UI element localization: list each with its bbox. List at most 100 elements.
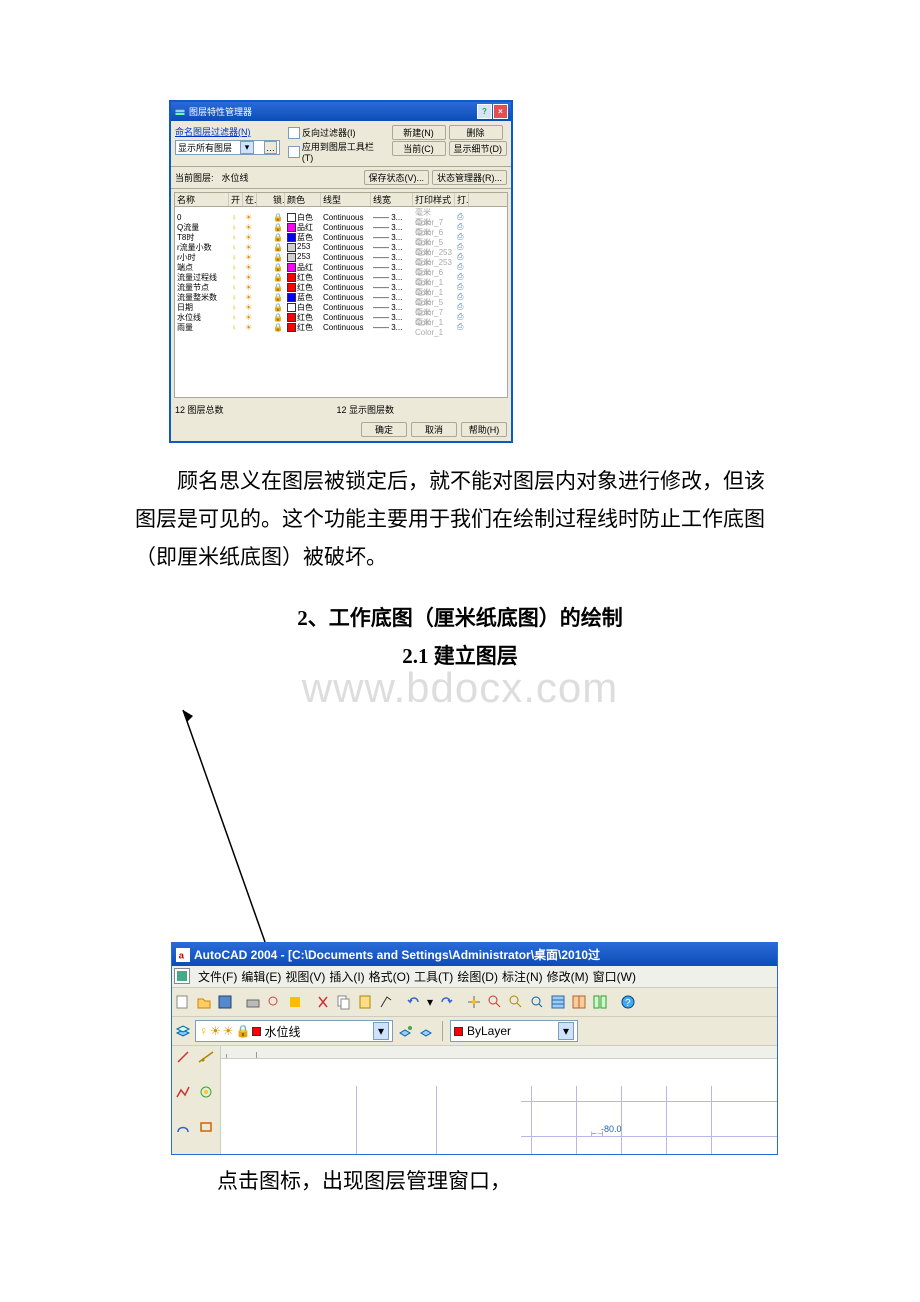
- layer-manager-icon[interactable]: [174, 1022, 192, 1040]
- acad-menubar[interactable]: 文件(F)编辑(E)视图(V)插入(I)格式(O)工具(T)绘图(D)标注(N)…: [172, 966, 777, 988]
- menu-item[interactable]: 标注(N): [500, 970, 545, 984]
- zoom-window-icon[interactable]: [507, 993, 525, 1011]
- col-lock[interactable]: 锁...: [273, 193, 285, 206]
- rect-icon[interactable]: [174, 1118, 192, 1136]
- sun-icon: ☀: [210, 1024, 221, 1038]
- toolbar-separator: [442, 1021, 443, 1041]
- col-color[interactable]: 颜色: [287, 193, 321, 206]
- zoom-realtime-icon[interactable]: [486, 993, 504, 1011]
- arc-icon[interactable]: [197, 1118, 215, 1136]
- pan-icon[interactable]: [465, 993, 483, 1011]
- cut-icon[interactable]: [314, 993, 332, 1011]
- acad-layer-toolbar[interactable]: ♀ ☀ ☀ 🔒 水位线 ▾ ByLayer ▾: [172, 1017, 777, 1046]
- save-state-button[interactable]: 保存状态(V)...: [364, 170, 430, 185]
- layer-combo[interactable]: ♀ ☀ ☀ 🔒 水位线 ▾: [195, 1020, 393, 1042]
- copy-icon[interactable]: [335, 993, 353, 1011]
- polygon-icon[interactable]: [197, 1083, 215, 1101]
- col-on[interactable]: 开: [231, 193, 243, 206]
- delete-layer-button[interactable]: 删除: [449, 125, 503, 140]
- menu-item[interactable]: 窗口(W): [591, 970, 638, 984]
- acad-drawing-area[interactable]: -80.0 ⊢⊣: [221, 1046, 777, 1154]
- grid-header: 名称 开 在... 锁... 颜色 线型 线宽 打印样式 打...: [175, 193, 507, 207]
- match-icon[interactable]: [377, 993, 395, 1011]
- close-button[interactable]: ×: [493, 104, 508, 119]
- menu-item[interactable]: 工具(T): [412, 970, 455, 984]
- body-paragraph-1: 顾名思义在图层被锁定后，就不能对图层内对象进行修改，但该图层是可见的。这个功能主…: [135, 463, 785, 576]
- open-icon[interactable]: [195, 993, 213, 1011]
- col-name[interactable]: 名称: [177, 193, 229, 206]
- tool-palettes-icon[interactable]: [591, 993, 609, 1011]
- show-detail-button[interactable]: 显示细节(D): [449, 141, 508, 156]
- cancel-button[interactable]: 取消: [411, 422, 457, 437]
- color-combo-value: ByLayer: [467, 1024, 511, 1038]
- new-layer-button[interactable]: 新建(N): [392, 125, 446, 140]
- col-plot[interactable]: 打...: [457, 193, 469, 206]
- autocad-window: a AutoCAD 2004 - [C:\Documents and Setti…: [171, 942, 778, 1155]
- undo-dropdown-icon[interactable]: ▾: [426, 993, 434, 1011]
- invert-filter-checkbox[interactable]: [288, 127, 300, 139]
- layer-grid[interactable]: 名称 开 在... 锁... 颜色 线型 线宽 打印样式 打... 0♀☀🔒白色…: [174, 192, 508, 398]
- menu-item[interactable]: 绘图(D): [455, 970, 500, 984]
- print-icon[interactable]: [244, 993, 262, 1011]
- pline-icon[interactable]: [174, 1083, 192, 1101]
- color-swatch: [454, 1027, 463, 1036]
- col-linetype[interactable]: 线型: [323, 193, 371, 206]
- layer-state-icon[interactable]: [417, 1022, 435, 1040]
- menu-item[interactable]: 编辑(E): [239, 970, 283, 984]
- col-freeze[interactable]: 在...: [245, 193, 257, 206]
- chevron-down-icon[interactable]: ▾: [373, 1022, 389, 1040]
- lock-icon: 🔒: [236, 1024, 251, 1038]
- acad-standard-toolbar[interactable]: ▾ ?: [172, 988, 777, 1017]
- new-icon[interactable]: [174, 993, 192, 1011]
- dialog-titlebar[interactable]: 图层特性管理器 ? ×: [171, 102, 511, 121]
- autocad-doc-icon: [177, 971, 187, 981]
- set-current-button[interactable]: 当前(C): [392, 141, 446, 156]
- bulb-icon: ♀: [199, 1024, 208, 1038]
- named-filter-link[interactable]: 命名图层过滤器(N): [175, 125, 280, 138]
- acad-doc-icon[interactable]: [174, 968, 190, 984]
- publish-icon[interactable]: [286, 993, 304, 1011]
- redo-icon[interactable]: [437, 993, 455, 1011]
- dimension-tick: ⊢⊣: [591, 1130, 603, 1138]
- filter-more-button[interactable]: …: [264, 141, 277, 154]
- state-manager-button[interactable]: 状态管理器(R)...: [432, 170, 507, 185]
- table-row[interactable]: 0♀☀🔒白色Continuous—— 3...毫米Color_7⎙: [175, 207, 507, 217]
- paste-icon[interactable]: [356, 993, 374, 1011]
- menu-item[interactable]: 视图(V): [283, 970, 327, 984]
- heading-2: 2、工作底图（厘米纸底图）的绘制: [135, 602, 785, 632]
- filter-combo-value: 显示所有图层: [178, 141, 232, 154]
- help-icon[interactable]: ?: [619, 993, 637, 1011]
- line-icon[interactable]: [174, 1048, 192, 1066]
- ok-button[interactable]: 确定: [361, 422, 407, 437]
- help-button-footer[interactable]: 帮助(H): [461, 422, 507, 437]
- layer-prev-icon[interactable]: [396, 1022, 414, 1040]
- chevron-down-icon[interactable]: ▾: [240, 141, 254, 154]
- caption-text: 点击图标，出现图层管理窗口，: [175, 1165, 785, 1195]
- apply-toolbar-checkbox[interactable]: [288, 146, 300, 158]
- save-icon[interactable]: [216, 993, 234, 1011]
- help-button[interactable]: ?: [477, 104, 492, 119]
- filter-combo[interactable]: 显示所有图层 ▾ …: [175, 140, 280, 155]
- col-lineweight[interactable]: 线宽: [373, 193, 413, 206]
- zoom-prev-icon[interactable]: [528, 993, 546, 1011]
- total-layers: 12 图层总数: [175, 403, 224, 416]
- chevron-down-icon[interactable]: ▾: [558, 1022, 574, 1040]
- col-plotstyle[interactable]: 打印样式: [415, 193, 455, 206]
- dimension-text: -80.0: [601, 1124, 622, 1134]
- invert-filter-label: 反向过滤器(I): [302, 126, 356, 139]
- menu-item[interactable]: 格式(O): [367, 970, 412, 984]
- layer-color-swatch: [252, 1027, 261, 1036]
- xline-icon[interactable]: [197, 1048, 215, 1066]
- preview-icon[interactable]: [265, 993, 283, 1011]
- design-center-icon[interactable]: [570, 993, 588, 1011]
- undo-icon[interactable]: [405, 993, 423, 1011]
- menu-item[interactable]: 插入(I): [327, 970, 366, 984]
- shown-layers: 12 显示图层数: [337, 403, 395, 416]
- acad-draw-toolbar[interactable]: [172, 1046, 221, 1154]
- svg-text:?: ?: [625, 998, 631, 1009]
- properties-icon[interactable]: [549, 993, 567, 1011]
- menu-item[interactable]: 文件(F): [196, 970, 239, 984]
- color-combo[interactable]: ByLayer ▾: [450, 1020, 578, 1042]
- menu-item[interactable]: 修改(M): [545, 970, 591, 984]
- current-layer-value: 水位线: [222, 171, 249, 184]
